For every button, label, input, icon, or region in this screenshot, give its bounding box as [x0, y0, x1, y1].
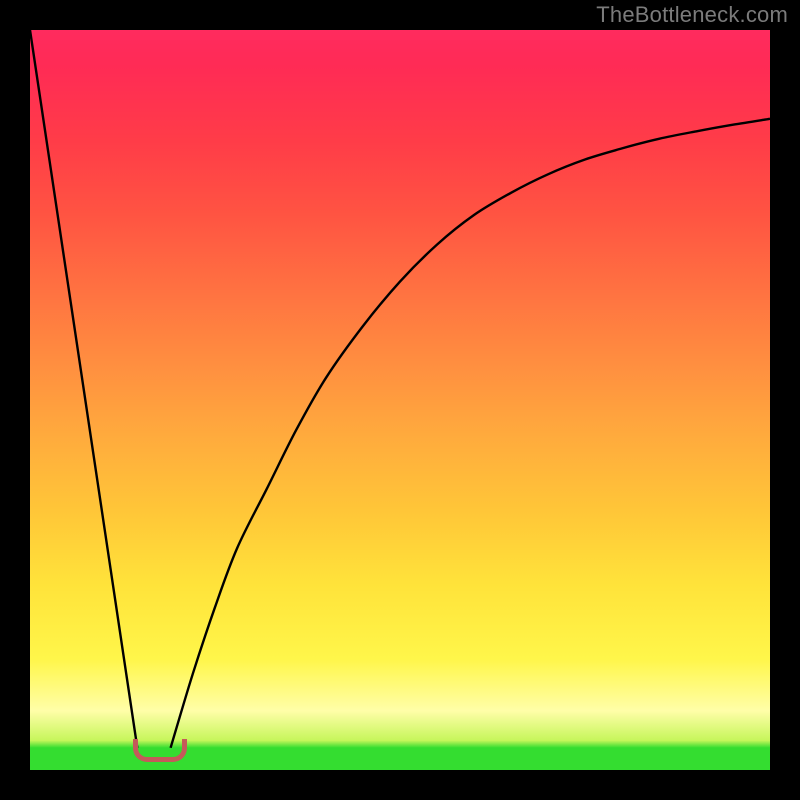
- curve-path: [30, 30, 770, 748]
- chart-curve: [30, 30, 770, 770]
- watermark-text: TheBottleneck.com: [596, 2, 788, 28]
- chart-frame: TheBottleneck.com: [0, 0, 800, 800]
- plot-area: [30, 30, 770, 770]
- minimum-marker: [133, 739, 187, 762]
